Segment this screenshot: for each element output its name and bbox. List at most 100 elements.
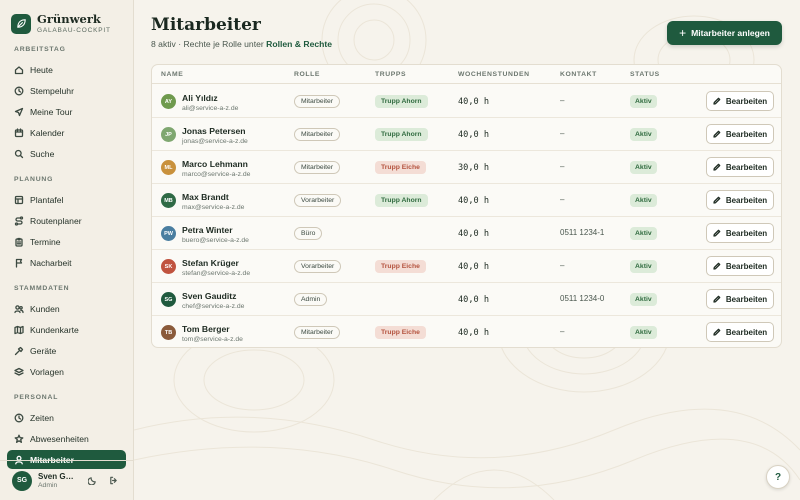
employee-name: Stefan Krüger xyxy=(182,258,239,268)
column-header-contact: KONTAKT xyxy=(560,71,597,78)
edit-label: Bearbeiten xyxy=(725,327,768,337)
table-row: AY Ali Yıldız ali@service-a-z.de Mitarbeite… xyxy=(152,85,781,118)
sidebar-section-label: ARBEITSTAG xyxy=(14,46,66,53)
avatar[interactable]: SG xyxy=(12,470,32,491)
column-header-name: NAME xyxy=(161,71,184,78)
weekly-hours: 40,0 h xyxy=(458,97,490,107)
clock-icon xyxy=(14,86,24,95)
sidebar-item-vorlagen[interactable]: Vorlagen xyxy=(7,362,126,381)
employee-name: Jonas Petersen xyxy=(182,126,246,136)
sidebar-item-zeiten[interactable]: Zeiten xyxy=(7,408,126,427)
role-badge: Vorarbeiter xyxy=(294,194,342,207)
plus-icon: + xyxy=(679,26,687,40)
sidebar-item-meine-tour[interactable]: Meine Tour xyxy=(7,102,126,121)
sidebar: Grünwerk GALABAU-COCKPIT ARBEITSTAG Heute… xyxy=(0,0,134,500)
pencil-icon xyxy=(713,130,721,138)
sidebar-section-label: PLANUNG xyxy=(14,176,54,183)
flag-icon xyxy=(15,258,23,268)
contact: – xyxy=(560,327,565,336)
add-employee-label: Mitarbeiter anlegen xyxy=(691,28,770,38)
sidebar-section-label: STAMMDATEN xyxy=(14,285,70,292)
grid-icon xyxy=(14,195,24,204)
sidebar-item-label: Heute xyxy=(30,64,53,75)
edit-button[interactable]: Bearbeiten xyxy=(706,190,774,210)
role-badge: Mitarbeiter xyxy=(294,128,341,141)
sidebar-item-stempeluhr[interactable]: Stempeluhr xyxy=(7,81,126,100)
logout-icon[interactable] xyxy=(106,474,120,488)
sidebar-item-kalender[interactable]: Kalender xyxy=(7,123,126,142)
pencil-icon xyxy=(713,97,721,105)
role-badge: Mitarbeiter xyxy=(294,326,341,339)
sidebar-item-label: Suche xyxy=(30,148,55,159)
sidebar-item-label: Zeiten xyxy=(30,412,54,423)
edit-button[interactable]: Bearbeiten xyxy=(706,322,774,342)
employee-name: Max Brandt xyxy=(182,192,229,202)
employee-email: chef@service-a-z.de xyxy=(182,303,245,310)
add-employee-button[interactable]: + Mitarbeiter anlegen xyxy=(667,21,782,45)
search-icon xyxy=(14,149,24,158)
sidebar-item-geraete[interactable]: Geräte xyxy=(7,341,126,360)
pencil-icon xyxy=(713,328,721,336)
role-badge: Vorarbeiter xyxy=(294,260,342,273)
sidebar-item-plantafel[interactable]: Plantafel xyxy=(7,190,126,209)
column-header-trupps: TRUPPS xyxy=(375,71,407,78)
trupp-badge: Trupp Ahorn xyxy=(375,128,428,141)
avatar: AY xyxy=(161,94,176,109)
edit-label: Bearbeiten xyxy=(725,96,768,106)
column-header-status: STATUS xyxy=(630,71,660,78)
map-icon xyxy=(14,325,24,334)
table-row: MB Max Brandt max@service-a-z.de Vorarbeite… xyxy=(152,184,781,217)
sidebar-section-label: PERSONAL xyxy=(14,394,59,401)
page-subtitle: 8 aktiv · Rechte je Rolle unter Rollen &… xyxy=(151,39,332,49)
user-name: Sven Gauditz xyxy=(38,472,78,481)
brand[interactable]: Grünwerk GALABAU-COCKPIT xyxy=(0,0,133,36)
clipboard-icon xyxy=(15,237,23,247)
roles-rights-link[interactable]: Rollen & Rechte xyxy=(266,39,332,49)
brand-subtitle: GALABAU-COCKPIT xyxy=(37,27,111,34)
avatar: MB xyxy=(161,193,176,208)
employee-email: stefan@service-a-z.de xyxy=(182,270,251,277)
edit-button[interactable]: Bearbeiten xyxy=(706,91,774,111)
leaf-logo-icon xyxy=(11,13,31,34)
edit-button[interactable]: Bearbeiten xyxy=(706,223,774,243)
sidebar-item-kundenkarte[interactable]: Kundenkarte xyxy=(7,320,126,339)
sidebar-item-label: Vorlagen xyxy=(30,366,64,377)
employee-name: Sven Gauditz xyxy=(182,291,237,301)
active-count-text: 8 aktiv · Rechte je Rolle unter xyxy=(151,39,264,49)
contact: 0511 1234-1 xyxy=(560,228,605,237)
sidebar-item-heute[interactable]: Heute xyxy=(7,60,126,79)
route-icon xyxy=(14,215,24,226)
avatar: SK xyxy=(161,259,176,274)
sidebar-item-routenplaner[interactable]: Routenplaner xyxy=(7,211,126,230)
sidebar-item-abwesenheiten[interactable]: Abwesenheiten xyxy=(7,429,126,448)
weekly-hours: 40,0 h xyxy=(458,328,490,338)
edit-button[interactable]: Bearbeiten xyxy=(706,157,774,177)
layers-icon xyxy=(14,367,24,376)
avatar: SG xyxy=(161,292,176,307)
role-badge: Mitarbeiter xyxy=(294,95,341,108)
moon-icon[interactable] xyxy=(85,474,99,488)
employee-email: tom@service-a-z.de xyxy=(182,336,243,343)
weekly-hours: 40,0 h xyxy=(458,295,490,305)
sidebar-item-label: Stempeluhr xyxy=(30,85,74,96)
edit-button[interactable]: Bearbeiten xyxy=(706,289,774,309)
sidebar-item-termine[interactable]: Termine xyxy=(7,232,126,251)
edit-button[interactable]: Bearbeiten xyxy=(706,256,774,276)
hammer-icon xyxy=(14,346,24,355)
sidebar-item-nacharbeit[interactable]: Nacharbeit xyxy=(7,253,126,272)
pencil-icon xyxy=(713,229,721,237)
employee-table: NAME ROLLE TRUPPS WOCHENSTUNDEN KONTAKT … xyxy=(151,64,782,348)
edit-button[interactable]: Bearbeiten xyxy=(706,124,774,144)
status-badge: Aktiv xyxy=(630,260,657,273)
status-badge: Aktiv xyxy=(630,293,657,306)
sidebar-item-label: Kunden xyxy=(30,303,60,314)
trupp-badge: Trupp Ahorn xyxy=(375,194,428,207)
sidebar-item-suche[interactable]: Suche xyxy=(7,144,126,163)
sidebar-item-label: Geräte xyxy=(30,345,57,356)
help-button[interactable]: ? xyxy=(766,465,790,489)
employee-email: jonas@service-a-z.de xyxy=(182,138,248,145)
sidebar-item-kunden[interactable]: Kunden xyxy=(7,299,126,318)
pencil-icon xyxy=(713,262,721,270)
employee-email: buero@service-a-z.de xyxy=(182,237,249,244)
edit-label: Bearbeiten xyxy=(725,195,768,205)
